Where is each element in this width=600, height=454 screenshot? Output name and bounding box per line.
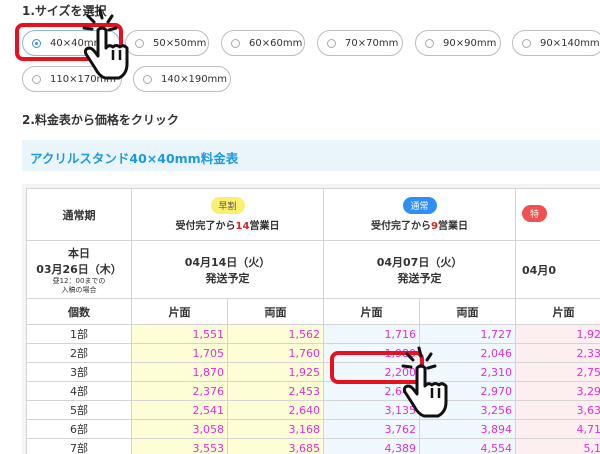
early-ship-cell: 04月14日（火） 発送予定 [130, 240, 325, 299]
normal-days-suffix: 営業日 [438, 221, 468, 232]
normal-badge: 通常 [402, 197, 437, 214]
price-cell[interactable]: 4,389 [323, 438, 421, 454]
table-row: 7部 3,553 3,685 4,389 4,554 5,15 [26, 438, 600, 454]
radio-icon [425, 38, 434, 48]
price-cell[interactable]: 2,640 [226, 400, 325, 420]
today-cell: 本日 03月26日（木） 昼12：00までの 入稿の場合 [26, 240, 132, 299]
table-row: 2部 1,705 1,760 1,980 2,046 2,332 [26, 343, 600, 363]
price-cell[interactable]: 3,685 [226, 438, 325, 454]
qty-cell: 3部 [26, 362, 132, 382]
price-cell[interactable]: 3,553 [131, 438, 228, 454]
qty-cell: 1部 [26, 324, 132, 344]
price-cell[interactable]: 5,15 [515, 438, 600, 454]
size-option-90x90[interactable]: 90×90mm [415, 30, 501, 56]
special-single-header: 片面 [515, 298, 600, 325]
price-cell[interactable]: 2,541 [131, 400, 228, 420]
price-cell[interactable]: 3,762 [323, 419, 421, 439]
normal-ship-cell: 04月07日（火） 発送予定 [323, 240, 517, 299]
price-cell[interactable]: 3,168 [226, 419, 325, 439]
table-row: 4部 2,376 2,453 2,640 2,970 3,299 [26, 381, 600, 401]
qty-cell: 6部 [26, 419, 132, 439]
radio-icon [522, 38, 531, 48]
special-badge: 特 [522, 204, 548, 222]
special-ship-date: 04月0 [522, 263, 556, 277]
price-cell[interactable]: 1,760 [226, 343, 325, 363]
special-ship-cell: 04月0 [515, 240, 600, 299]
table-row: 1部 1,551 1,562 1,716 1,727 1,925 [26, 324, 600, 344]
early-days-prefix: 受付完了から [175, 221, 236, 232]
price-cell[interactable]: 3,630 [515, 400, 600, 420]
early-single-header: 片面 [131, 298, 228, 325]
price-cell[interactable]: 3,894 [419, 419, 517, 439]
size-option-90x140[interactable]: 90×140mm [512, 30, 600, 56]
normal-days-prefix: 受付完了から [371, 221, 432, 232]
normal-days: 9 [431, 221, 438, 232]
today-label: 本日 [68, 246, 90, 260]
table-row: 5部 2,541 2,640 3,135 3,256 3,630 [26, 400, 600, 420]
price-cell[interactable]: 2,453 [226, 381, 325, 401]
plan-special-header: 特 [515, 188, 600, 241]
hand-pointer-icon [82, 8, 129, 80]
normal-ship-date: 04月07日（火） [376, 255, 463, 269]
step2-title: 2.料金表から価格をクリック [22, 113, 179, 127]
price-cell[interactable]: 4,554 [419, 438, 517, 454]
price-table-panel: 通常期 早割 受付完了から14営業日 通常 受付完了から9営業日 特 本日 03… [22, 184, 600, 454]
today-date: 03月26日（木） [36, 262, 122, 276]
qty-cell: 4部 [26, 381, 132, 401]
price-table-title: アクリルスタンド40×40mm料金表 [22, 140, 600, 171]
radio-icon [327, 38, 336, 48]
early-ship-date: 04月14日（火） [184, 255, 271, 269]
price-cell[interactable]: 1,562 [226, 324, 325, 344]
normal-double-header: 両面 [419, 298, 517, 325]
price-cell[interactable]: 1,870 [131, 362, 228, 382]
early-double-header: 両面 [226, 298, 325, 325]
price-cell[interactable]: 1,551 [131, 324, 228, 344]
qty-cell: 7部 [26, 438, 132, 454]
size-option-70x70[interactable]: 70×70mm [317, 30, 403, 56]
price-cell[interactable]: 4,719 [515, 419, 600, 439]
today-note-1: 昼12：00までの [52, 276, 106, 285]
period-label: 通常期 [26, 188, 132, 241]
price-rows: 1部 1,551 1,562 1,716 1,727 1,925 2部 1,70… [26, 324, 600, 454]
table-row: 6部 3,058 3,168 3,762 3,894 4,719 [26, 419, 600, 439]
price-cell[interactable]: 1,727 [419, 324, 517, 344]
price-cell[interactable]: 2,376 [131, 381, 228, 401]
early-days: 14 [235, 221, 250, 232]
price-cell[interactable]: 3,058 [131, 419, 228, 439]
table-row: 3部 1,870 1,925 2,200 2,310 2,750 [26, 362, 600, 382]
price-cell[interactable]: 1,705 [131, 343, 228, 363]
qty-cell: 2部 [26, 343, 132, 363]
plan-normal-header: 通常 受付完了から9営業日 [323, 188, 517, 241]
plan-early-header: 早割 受付完了から14営業日 [130, 188, 325, 241]
price-cell[interactable]: 1,716 [323, 324, 421, 344]
qty-cell: 5部 [26, 400, 132, 420]
hand-pointer-icon [401, 346, 448, 418]
price-cell[interactable]: 2,332 [515, 343, 600, 363]
price-cell[interactable]: 1,925 [226, 362, 325, 382]
normal-single-header: 片面 [323, 298, 421, 325]
early-ship-label: 発送予定 [205, 271, 250, 285]
radio-icon [32, 74, 41, 84]
early-badge: 早割 [210, 197, 245, 214]
normal-ship-label: 発送予定 [397, 271, 442, 285]
early-days-suffix: 営業日 [249, 221, 280, 232]
size-option-60x60[interactable]: 60×60mm [221, 30, 305, 56]
today-note-2: 入稿の場合 [61, 285, 97, 294]
price-cell[interactable]: 3,299 [515, 381, 600, 401]
qty-header: 個数 [26, 298, 132, 325]
radio-icon [231, 38, 240, 48]
price-table: 通常期 早割 受付完了から14営業日 通常 受付完了から9営業日 特 本日 03… [26, 188, 600, 454]
price-cell[interactable]: 2,750 [515, 362, 600, 382]
price-cell[interactable]: 1,925 [515, 324, 600, 344]
